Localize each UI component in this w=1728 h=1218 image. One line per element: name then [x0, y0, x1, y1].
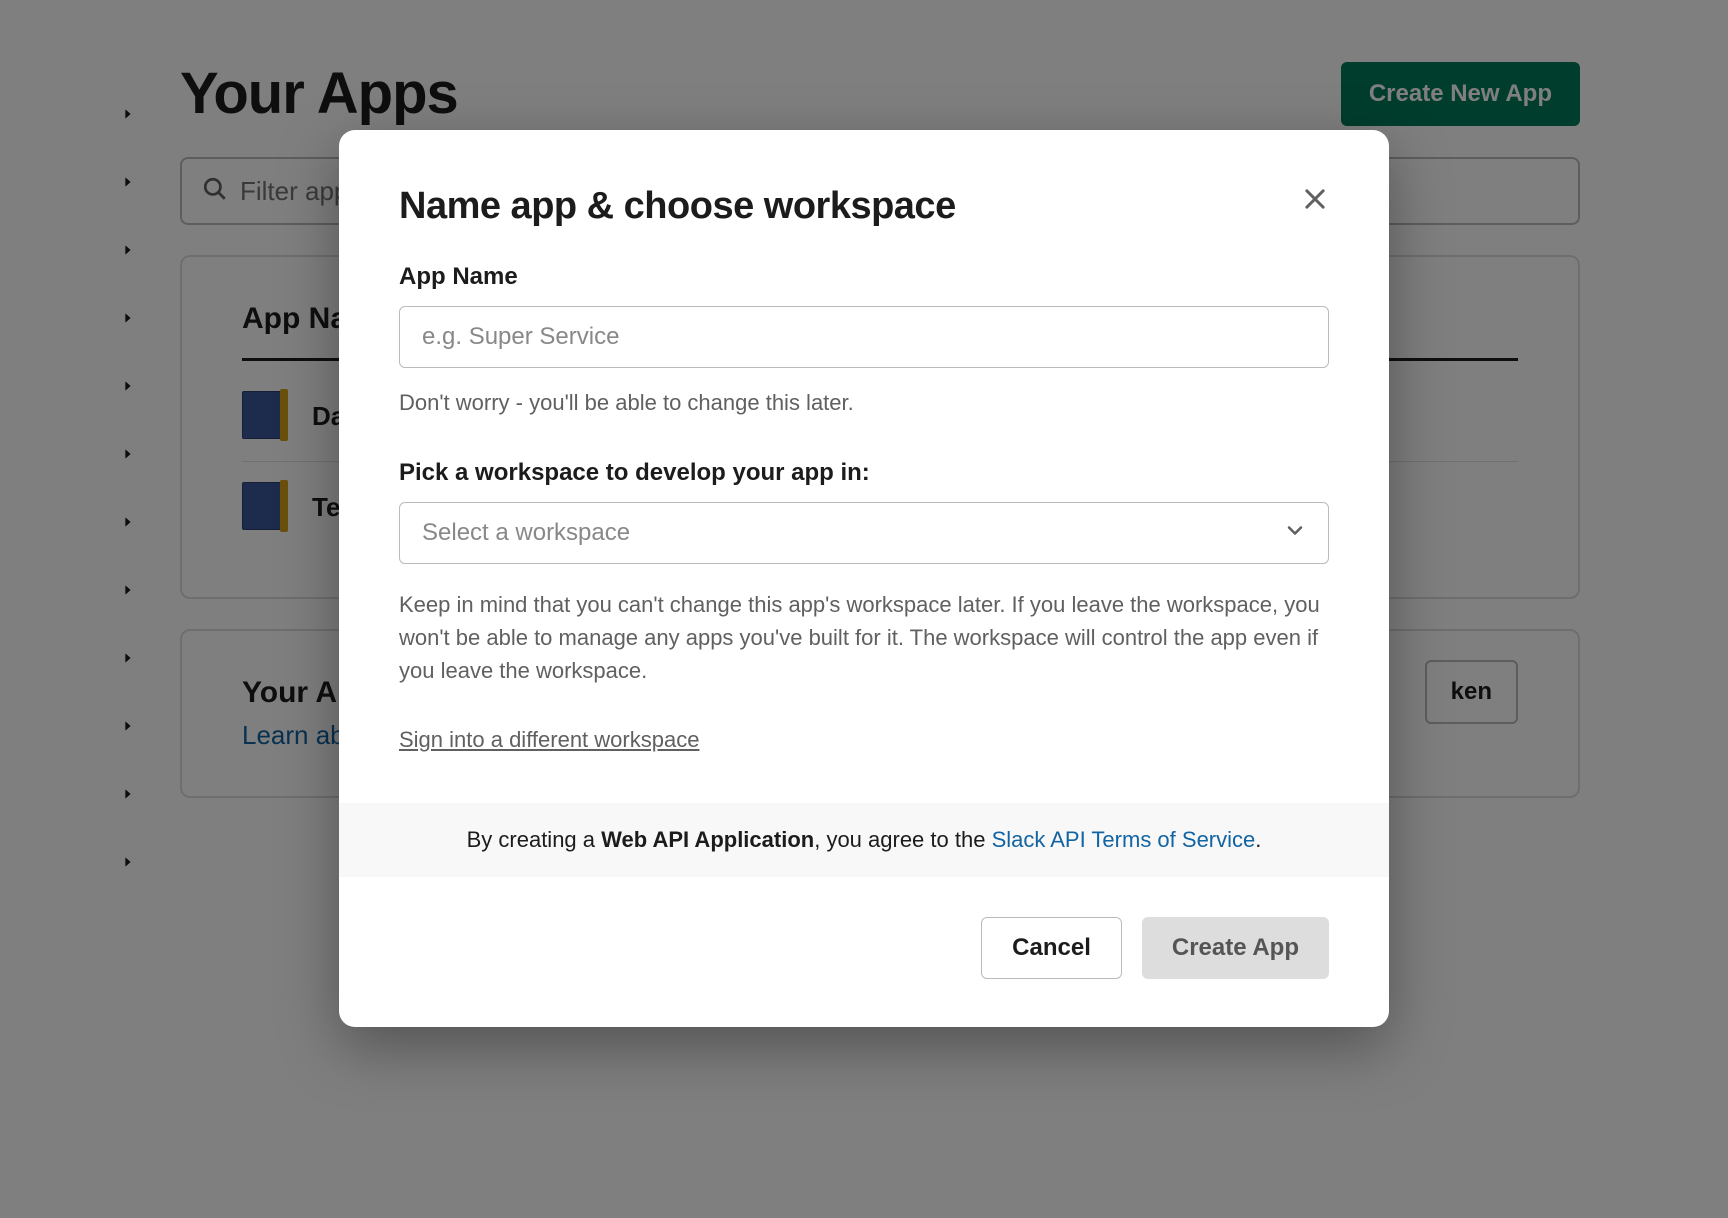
- app-name-label: App Name: [399, 263, 1329, 291]
- tos-bar: By creating a Web API Application, you a…: [339, 803, 1389, 877]
- create-app-modal: Name app & choose workspace App Name Don…: [339, 130, 1389, 1027]
- modal-header: Name app & choose workspace: [399, 185, 1329, 228]
- workspace-select[interactable]: Select a workspace: [399, 502, 1329, 564]
- modal-overlay[interactable]: Name app & choose workspace App Name Don…: [0, 0, 1728, 1218]
- tos-text-prefix: By creating a: [467, 827, 602, 852]
- signin-different-workspace-link[interactable]: Sign into a different workspace: [399, 727, 699, 753]
- tos-text-bold: Web API Application: [601, 827, 814, 852]
- modal-body: Name app & choose workspace App Name Don…: [339, 130, 1389, 803]
- close-icon: [1301, 201, 1329, 216]
- app-name-helper: Don't worry - you'll be able to change t…: [399, 386, 1329, 419]
- tos-text-suffix: .: [1255, 827, 1261, 852]
- tos-link[interactable]: Slack API Terms of Service: [992, 827, 1256, 852]
- modal-title: Name app & choose workspace: [399, 185, 956, 228]
- modal-footer: Cancel Create App: [339, 877, 1389, 1027]
- workspace-select-wrap: Select a workspace: [399, 502, 1329, 564]
- workspace-helper: Keep in mind that you can't change this …: [399, 588, 1329, 687]
- tos-text-middle: , you agree to the: [814, 827, 991, 852]
- app-name-input[interactable]: [399, 306, 1329, 368]
- cancel-button[interactable]: Cancel: [981, 917, 1122, 979]
- close-button[interactable]: [1301, 185, 1329, 216]
- create-app-button[interactable]: Create App: [1142, 917, 1329, 979]
- workspace-label: Pick a workspace to develop your app in:: [399, 459, 1329, 487]
